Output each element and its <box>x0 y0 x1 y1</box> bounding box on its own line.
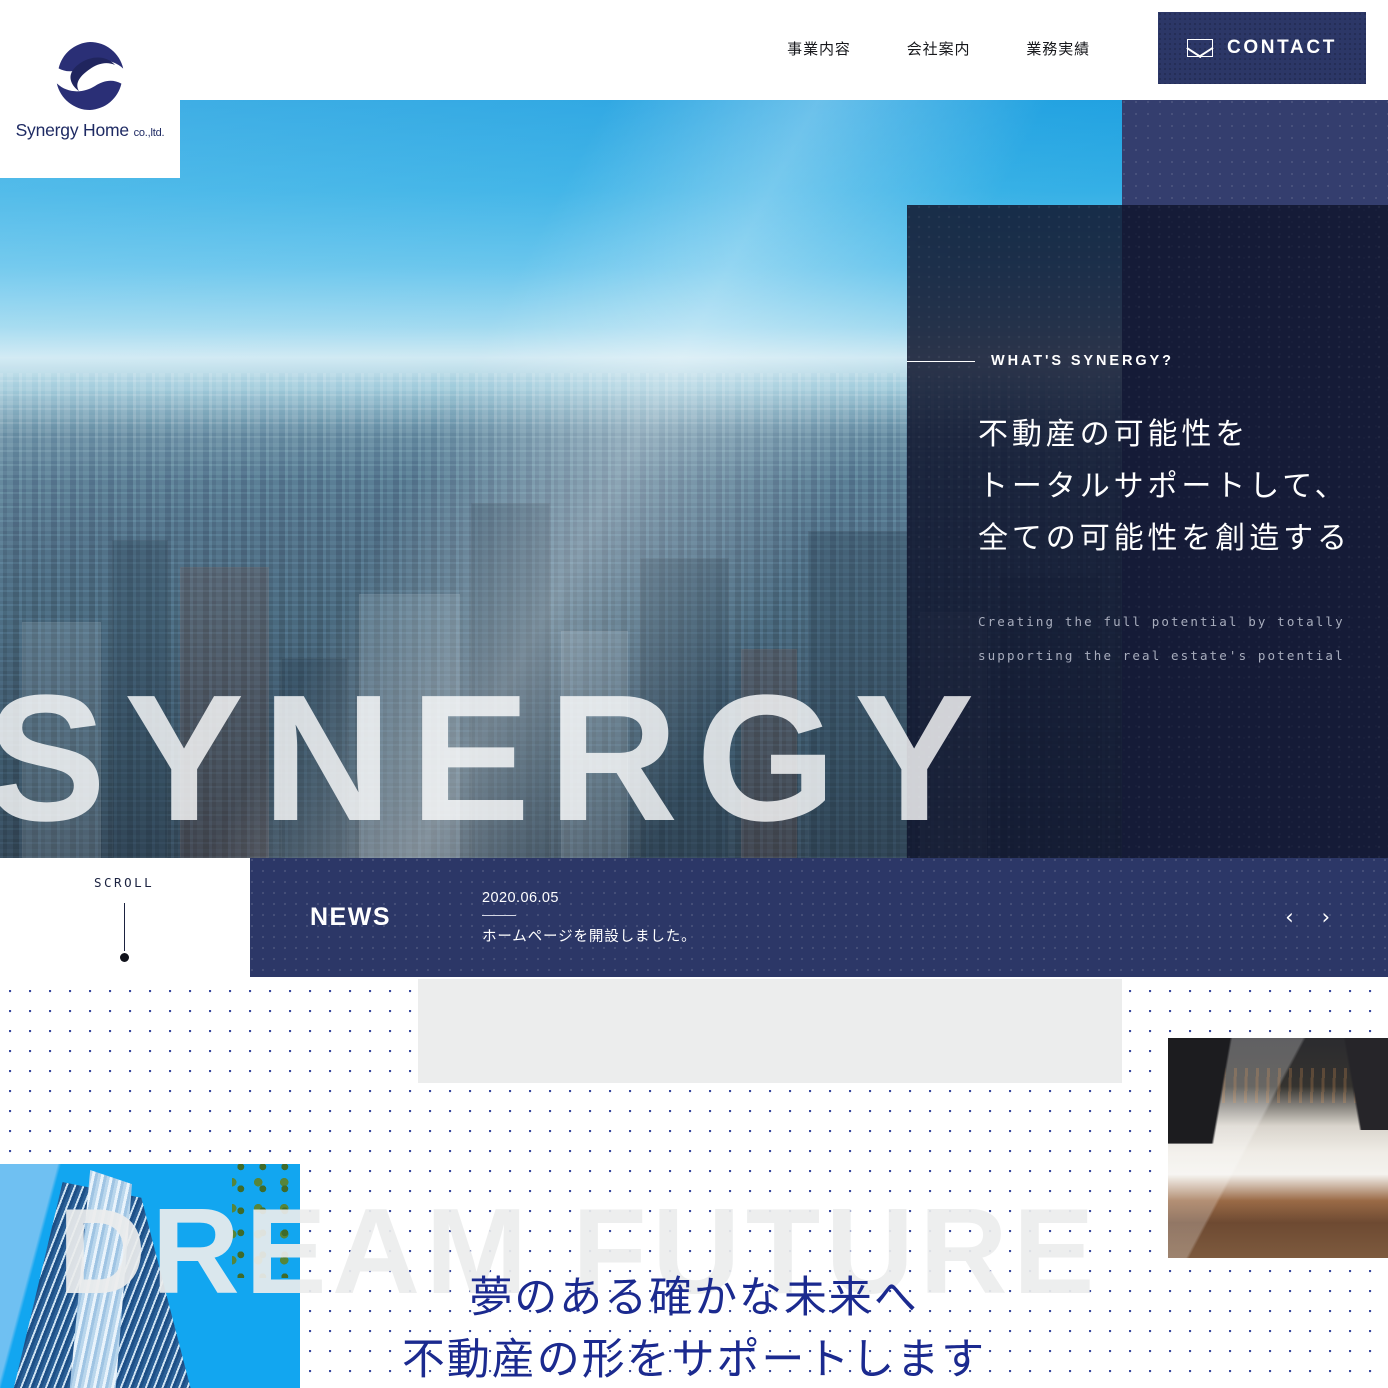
synergy-s-sphere-logo-icon <box>52 38 128 114</box>
news-headline: ホームページを開設しました。 <box>482 928 697 945</box>
scroll-dot <box>119 953 129 962</box>
news-rule <box>482 914 516 916</box>
scroll-line <box>123 903 125 951</box>
hero-headline-line-2: トータルサポートして、 <box>978 470 1349 503</box>
kicker-rule <box>907 360 975 362</box>
tagline-block: 夢のある確かな未来へ 不動産の形をサポートします <box>0 1268 1388 1388</box>
tagline-line-2: 不動産の形をサポートします <box>401 1337 987 1384</box>
kicker-label: WHAT'S SYNERGY? <box>991 353 1174 369</box>
chevron-right-icon[interactable]: › <box>1322 907 1330 928</box>
site-logo[interactable]: Synergy Home co.,ltd. <box>0 0 180 178</box>
foliage-decoration <box>232 1164 300 1278</box>
nav-item-company[interactable]: 会社案内 <box>907 38 971 59</box>
hero-subcopy: Creating the full potential by totally s… <box>978 605 1388 673</box>
news-item[interactable]: 2020.06.05 ホームページを開設しました。 <box>482 890 696 946</box>
main-navigation: 事業内容 会社案内 業務実績 CONTACT <box>787 0 1388 96</box>
news-bar: NEWS 2020.06.05 ホームページを開設しました。 ‹ › <box>250 858 1388 977</box>
whats-synergy-kicker: WHAT'S SYNERGY? <box>907 353 1388 369</box>
news-title: NEWS <box>310 903 391 931</box>
contact-button[interactable]: CONTACT <box>1158 12 1366 84</box>
contact-button-label: CONTACT <box>1226 37 1338 58</box>
logo-company-name: Synergy Home <box>15 119 130 140</box>
hero-headline-line-1: 不動産の可能性を <box>978 418 1250 451</box>
chevron-left-icon[interactable]: ‹ <box>1285 907 1293 928</box>
hero-headline: 不動産の可能性を トータルサポートして、 全ての可能性を創造する <box>978 409 1388 565</box>
envelope-icon <box>1186 39 1213 57</box>
scroll-indicator[interactable]: SCROLL <box>94 875 154 962</box>
scroll-label: SCROLL <box>94 875 155 890</box>
news-date: 2020.06.05 <box>482 889 559 906</box>
page-root: WHAT'S SYNERGY? 不動産の可能性を トータルサポートして、 全ての… <box>0 0 1388 1388</box>
news-navigation: ‹ › <box>1285 907 1330 928</box>
nav-links: 事業内容 会社案内 業務実績 <box>787 38 1158 59</box>
logo-wordmark: Synergy Home co.,ltd. <box>16 120 165 141</box>
hero-subcopy-line-1: Creating the full potential by totally <box>978 614 1345 629</box>
hero-headline-line-3: 全ての可能性を創造する <box>978 522 1351 555</box>
logo-company-suffix: co.,ltd. <box>133 126 165 139</box>
nav-item-services[interactable]: 事業内容 <box>787 38 851 59</box>
hero-wordmark: SYNERGY <box>0 658 993 859</box>
tagline-line-1: 夢のある確かな未来へ <box>469 1275 919 1322</box>
business-blueprint-photo <box>1168 1038 1388 1258</box>
decorative-gray-block <box>418 979 1122 1083</box>
nav-item-works[interactable]: 業務実績 <box>1026 38 1090 59</box>
